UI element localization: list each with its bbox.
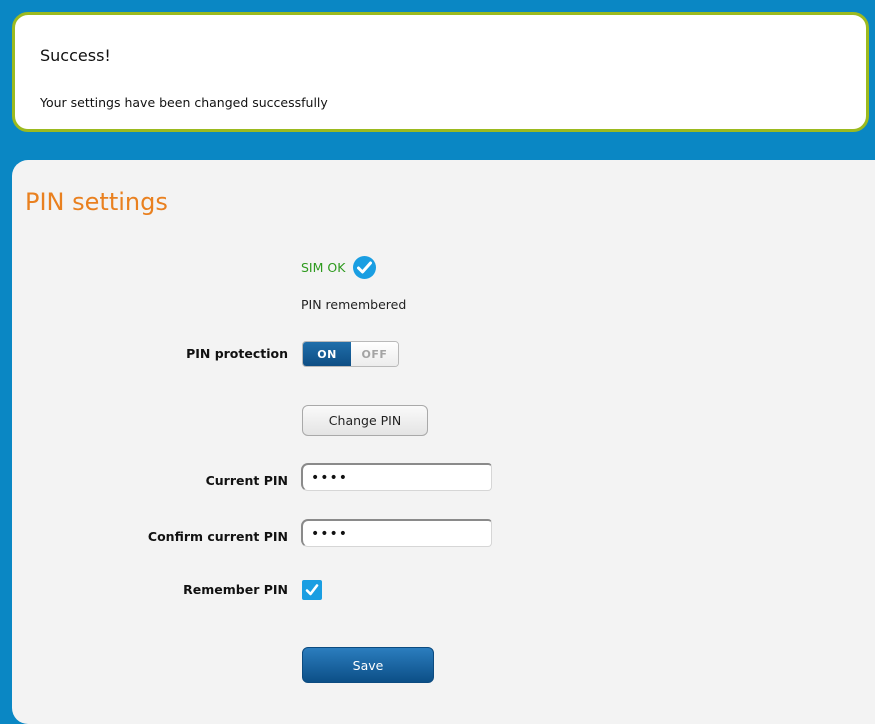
checkmark-icon xyxy=(305,584,319,596)
alert-title: Success! xyxy=(40,46,111,65)
check-circle-icon xyxy=(353,256,377,279)
remember-pin-checkbox[interactable] xyxy=(302,580,322,600)
sim-status: SIM OK xyxy=(301,256,377,279)
confirm-pin-input[interactable] xyxy=(301,519,492,547)
save-button[interactable]: Save xyxy=(302,647,434,683)
confirm-pin-label: Confirm current PIN xyxy=(147,529,288,544)
change-pin-button[interactable]: Change PIN xyxy=(302,405,428,436)
toggle-on-option[interactable]: ON xyxy=(303,342,351,366)
success-alert: Success! Your settings have been changed… xyxy=(12,12,869,132)
pin-protection-label: PIN protection xyxy=(186,346,288,361)
toggle-off-option[interactable]: OFF xyxy=(351,342,398,366)
pin-settings-panel: PIN settings SIM OK PIN remembered PIN p… xyxy=(12,160,875,724)
pin-protection-toggle[interactable]: ON OFF xyxy=(302,341,399,367)
sim-status-text: SIM OK xyxy=(301,260,346,275)
pin-state-text: PIN remembered xyxy=(301,297,407,312)
alert-message: Your settings have been changed successf… xyxy=(40,95,328,110)
current-pin-input[interactable] xyxy=(301,463,492,491)
page-title: PIN settings xyxy=(25,188,168,216)
current-pin-label: Current PIN xyxy=(205,473,288,488)
remember-pin-label: Remember PIN xyxy=(183,582,288,597)
